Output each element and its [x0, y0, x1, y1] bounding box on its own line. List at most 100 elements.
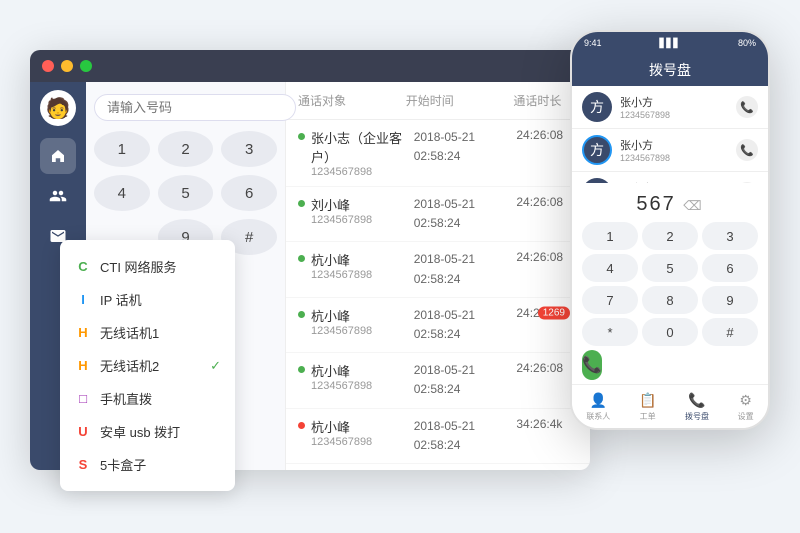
phone-key-7[interactable]: 7	[582, 286, 638, 314]
num-btn-6[interactable]: 6	[221, 175, 277, 211]
phone-key-0[interactable]: 0	[642, 318, 698, 346]
call-status-dot	[298, 422, 305, 429]
sidebar-icon-contacts[interactable]	[40, 178, 76, 214]
phone-key-1[interactable]: 1	[582, 222, 638, 250]
call-status-dot	[298, 366, 305, 373]
call-log-header: 通话对象 开始时间 通话时长	[286, 82, 590, 120]
phone-time: 9:41	[584, 38, 602, 48]
call-contact-name: 杭小峰	[311, 306, 414, 325]
phone-key-9[interactable]: 9	[702, 286, 758, 314]
call-contact: 杭小峰 1234567898	[311, 306, 414, 337]
device-menu-item[interactable]: □ 手机直拨	[60, 382, 235, 415]
call-status-dot	[298, 311, 305, 318]
call-contact: 张小志（企业客户） 1234567898	[311, 128, 414, 178]
call-contact-name: 刘小峰	[311, 195, 414, 214]
contact-phone: 1234567898	[620, 110, 728, 120]
call-row[interactable]: 张小志（企业客户） 1234567898 2018-05-2102:58:24 …	[286, 120, 590, 187]
close-button[interactable]	[42, 60, 54, 72]
contact-item[interactable]: 方 张小方 1234567898 📞	[572, 129, 768, 172]
num-btn-1[interactable]: 1	[94, 131, 150, 167]
phone-key-5[interactable]: 5	[642, 254, 698, 282]
col-header-duration: 通话时长	[513, 92, 578, 109]
device-menu-item[interactable]: C CTI 网络服务	[60, 250, 235, 283]
contact-call-btn[interactable]: 📞	[736, 96, 758, 118]
call-contact-name: 杭小峰	[311, 417, 414, 436]
device-label: 无线话机1	[100, 323, 159, 342]
call-contact-num: 1234567898	[311, 214, 414, 226]
call-contact-name: 杭小峰	[311, 361, 414, 380]
phone-delete-btn[interactable]: ⌫	[683, 198, 703, 213]
num-btn-5[interactable]: 5	[158, 175, 214, 211]
contact-item[interactable]: 方 张小方 1234567898 📞	[572, 86, 768, 129]
device-label: 5卡盒子	[100, 455, 146, 474]
num-btn-2[interactable]: 2	[158, 131, 214, 167]
phone-key-4[interactable]: 4	[582, 254, 638, 282]
phone-key-#[interactable]: #	[702, 318, 758, 346]
call-row[interactable]: 杭小峰 1234567898 2018-05-2102:58:24 24:26:…	[286, 353, 590, 408]
device-label: 安卓 usb 拨打	[100, 422, 180, 441]
phone-key-3[interactable]: 3	[702, 222, 758, 250]
contact-call-btn[interactable]: 📞	[736, 139, 758, 161]
call-duration: 24:26:08	[516, 128, 578, 142]
call-row[interactable]: 杭小峰 1234567898 2018-05-2102:58:24 24:26:…	[286, 298, 590, 353]
call-row[interactable]: 刘小峰 1234567898 2018-05-2102:58:24 24:26:…	[286, 187, 590, 242]
call-time: 2018-05-2102:58:24	[414, 128, 517, 166]
contact-item[interactable]: 方 张小方 1234567898 📞	[572, 172, 768, 183]
contact-name: 张小方	[620, 94, 728, 110]
dialer-input[interactable]	[94, 94, 296, 121]
phone-call-btn[interactable]: 📞	[582, 350, 602, 380]
phone-key-*[interactable]: *	[582, 318, 638, 346]
phone-numpad: 123 456 789 *0#	[582, 222, 758, 346]
phone-nav-icon: 📞	[688, 392, 705, 409]
call-status-dot	[298, 133, 305, 140]
device-menu-item[interactable]: I IP 话机	[60, 283, 235, 316]
call-status-dot	[298, 200, 305, 207]
call-time: 2018-05-2102:58:24	[414, 306, 517, 344]
phone-key-2[interactable]: 2	[642, 222, 698, 250]
device-menu-item[interactable]: H 无线话机1	[60, 316, 235, 349]
device-menu-item[interactable]: H 无线话机2 ✓	[60, 349, 235, 382]
phone-signal: ▋▋▋	[659, 38, 680, 49]
dialer-input-row	[94, 94, 277, 121]
phone-nav-label: 拨号盘	[685, 411, 709, 422]
minimize-button[interactable]	[61, 60, 73, 72]
phone-key-6[interactable]: 6	[702, 254, 758, 282]
device-label: 手机直拨	[100, 389, 152, 408]
device-menu-item[interactable]: S 5卡盒子	[60, 448, 235, 481]
call-contact-name: 杭小峰	[311, 250, 414, 269]
phone-title-bar: 拨号盘	[572, 54, 768, 86]
contact-info: 张小方 1234567898	[620, 137, 728, 163]
device-label: CTI 网络服务	[100, 257, 177, 276]
maximize-button[interactable]	[80, 60, 92, 72]
device-icon: U	[74, 423, 92, 441]
sidebar-icon-home[interactable]	[40, 138, 76, 174]
device-menu-item[interactable]: U 安卓 usb 拨打	[60, 415, 235, 448]
call-row[interactable]: 杭小峰 1234567898 2018-05-2102:58:24 24:26:…	[286, 242, 590, 297]
call-time: 2018-05-2102:58:24	[414, 195, 517, 233]
num-btn-4[interactable]: 4	[94, 175, 150, 211]
contact-name: 张小方	[620, 137, 728, 153]
phone-body: 方 张小方 1234567898 📞 方 张小方 1234567898 📞 方 …	[572, 86, 768, 384]
phone-key-8[interactable]: 8	[642, 286, 698, 314]
phone-status-bar: 9:41 ▋▋▋ 80%	[572, 32, 768, 54]
phone-nav-工单[interactable]: 📋 工单	[639, 392, 656, 422]
call-contact: 刘小峰 1234567898	[311, 195, 414, 226]
phone-nav-label: 设置	[738, 411, 754, 422]
call-contact: 杭小峰 1234567898	[311, 361, 414, 392]
call-contact: 杭小峰 1234567898	[311, 417, 414, 448]
call-status-dot	[298, 255, 305, 262]
phone-nav-联系人[interactable]: 👤 联系人	[586, 392, 610, 422]
device-label: 无线话机2	[100, 356, 159, 375]
call-contact-num: 1234567898	[311, 166, 414, 178]
phone-nav-设置[interactable]: ⚙ 设置	[738, 392, 754, 422]
phone-nav-label: 工单	[640, 411, 656, 422]
device-icon: H	[74, 357, 92, 375]
avatar[interactable]: 🧑	[40, 90, 76, 126]
num-btn-3[interactable]: 3	[221, 131, 277, 167]
call-row[interactable]: 杭小峰 1234567898 2018-05-2102:58:24 34:26:…	[286, 409, 590, 464]
device-label: IP 话机	[100, 290, 142, 309]
col-header-contact: 通话对象	[298, 92, 406, 109]
phone-nav-拨号盘[interactable]: 📞 拨号盘	[685, 392, 709, 422]
phone-bottom-nav: 👤 联系人 📋 工单 📞 拨号盘 ⚙ 设置	[572, 384, 768, 428]
phone-nav-icon: ⚙	[739, 392, 752, 409]
